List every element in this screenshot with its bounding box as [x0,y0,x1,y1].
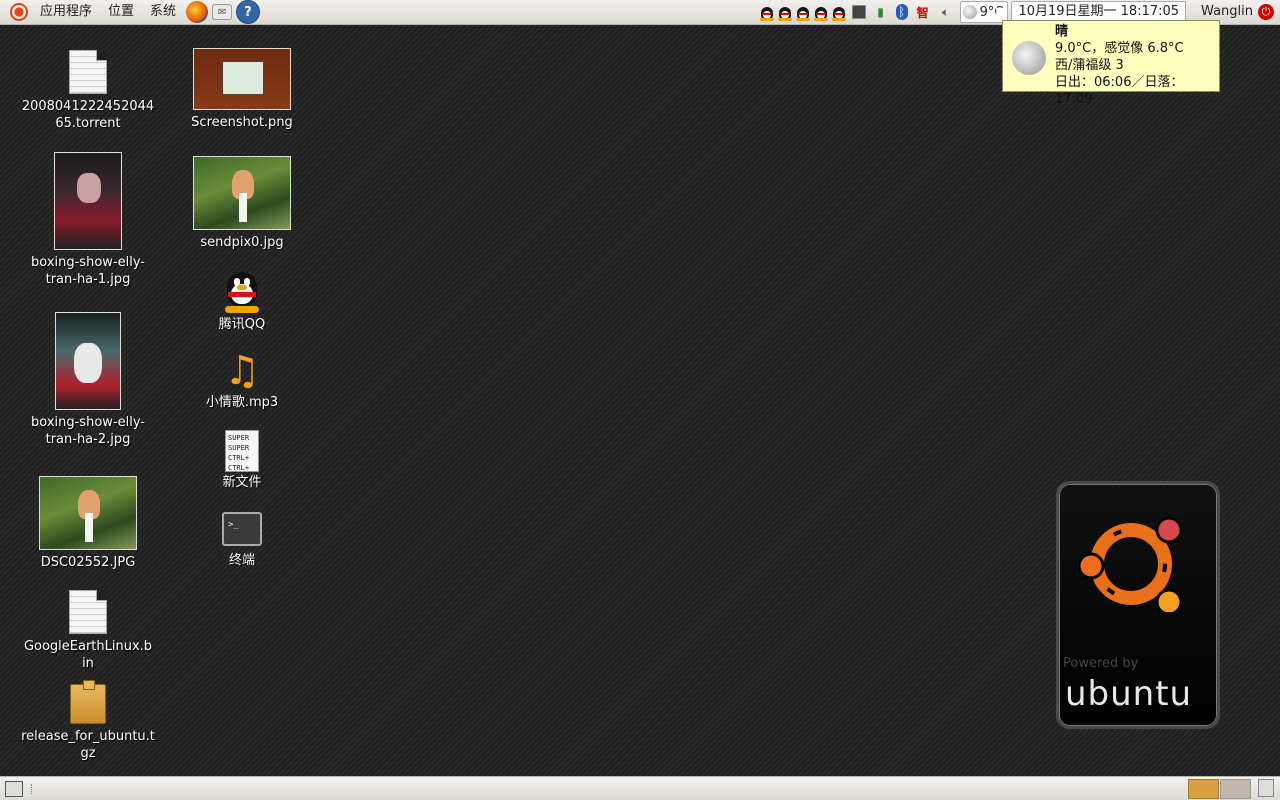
weather-temp-line: 9.0°C，感觉像 6.8°C [1055,41,1184,56]
desktop-icon-qq[interactable]: 腾讯QQ [172,270,312,333]
moon-icon [962,5,977,19]
icon-label: boxing-show-elly-tran-ha-1.jpg [31,255,145,287]
ubuntu-circle-of-friends-icon [1079,516,1183,612]
qq-tray-icon[interactable] [795,3,811,21]
volume-icon[interactable]: 🔈︎ [938,4,954,20]
image-thumbnail [193,48,291,110]
desktop-icon-dsc02552[interactable]: DSC02552.JPG [18,476,158,571]
qq-tray-icon[interactable] [813,3,829,21]
weather-tooltip: 晴 9.0°C，感觉像 6.8°C 西/蒲福级 3 日出：06:06／日落：17… [1002,20,1220,107]
icon-label: 小情歌.mp3 [205,395,279,410]
desktop-icon-sendpix0[interactable]: sendpix0.jpg [172,156,312,251]
firefox-icon[interactable] [186,1,209,23]
ubuntu-badge: Powered by ubuntu [1056,481,1220,729]
desktop-icon-release-tgz[interactable]: release_for_ubuntu.tgz [18,680,158,762]
icon-label: Screenshot.png [191,115,293,130]
qq-penguin-icon [222,270,262,314]
terminal-icon: >_ [222,512,262,546]
icon-label: 新文件 [222,475,262,490]
desktop-icon-googleearth[interactable]: GoogleEarthLinux.bin [18,590,158,672]
qq-tray-icon[interactable] [777,3,793,21]
image-thumbnail [39,476,137,550]
qq-tray-icon[interactable] [831,3,847,21]
weather-wind-line: 西/蒲福级 3 [1055,58,1124,73]
desktop-icon-new-file[interactable]: SUPER SUPER CTRL+ CTRL+ 新文件 [172,430,312,491]
desktop-icon-boxing-2[interactable]: boxing-show-elly-tran-ha-2.jpg [18,312,158,448]
icon-label: sendpix0.jpg [200,235,284,250]
image-thumbnail [193,156,291,230]
desktop-icon-mp3[interactable]: ♫ 小情歌.mp3 [172,350,312,411]
ubuntu-logo-icon[interactable] [10,3,28,21]
desktop-icon-boxing-1[interactable]: boxing-show-elly-tran-ha-1.jpg [18,152,158,288]
text-file-icon: SUPER SUPER CTRL+ CTRL+ [225,430,259,472]
bottom-panel [0,776,1280,800]
document-icon [69,50,107,94]
icon-label: 腾讯QQ [218,317,266,332]
trash-icon[interactable] [1258,779,1274,797]
moon-icon [1012,41,1046,75]
image-thumbnail [54,152,122,250]
qq-tray-icon[interactable] [759,3,775,21]
input-method-icon[interactable]: 智 [915,4,931,20]
desktop-icon-screenshot[interactable]: Screenshot.png [172,48,312,131]
icon-label: 200804122245204465.torrent [21,99,155,131]
battery-icon[interactable]: ▮ [873,4,889,20]
icon-label: 终端 [228,553,255,568]
weather-sun-line: 日出：06:06／日落：17:09 [1055,75,1184,107]
icon-label: GoogleEarthLinux.bin [23,639,153,671]
menu-applications[interactable]: 应用程序 [32,0,100,24]
workspace-1[interactable] [1188,779,1219,799]
power-icon[interactable]: ⏻ [1258,4,1274,20]
icon-label: DSC02552.JPG [40,555,136,570]
document-icon [69,590,107,634]
bluetooth-icon[interactable]: ᛒ [895,4,908,20]
music-note-icon: ♫ [224,348,260,394]
workspace-2[interactable] [1220,779,1251,799]
network-icon[interactable] [851,5,866,19]
panel-grip[interactable] [31,784,36,794]
powered-by-label: Powered by [1063,656,1139,671]
menu-places[interactable]: 位置 [100,0,142,24]
weather-condition: 晴 [1055,24,1069,39]
desktop-icon-terminal[interactable]: >_ 终端 [172,512,312,569]
icon-label: release_for_ubuntu.tgz [21,729,155,761]
menu-system[interactable]: 系统 [142,0,184,24]
show-desktop-icon[interactable] [5,781,23,797]
image-thumbnail [55,312,121,410]
archive-icon [70,680,106,724]
help-icon[interactable]: ? [236,0,261,24]
mail-icon[interactable]: ✉ [212,4,233,20]
desktop-icon-torrent[interactable]: 200804122245204465.torrent [18,50,158,132]
icon-label: boxing-show-elly-tran-ha-2.jpg [31,415,145,447]
ubuntu-wordmark: ubuntu [1065,674,1193,714]
